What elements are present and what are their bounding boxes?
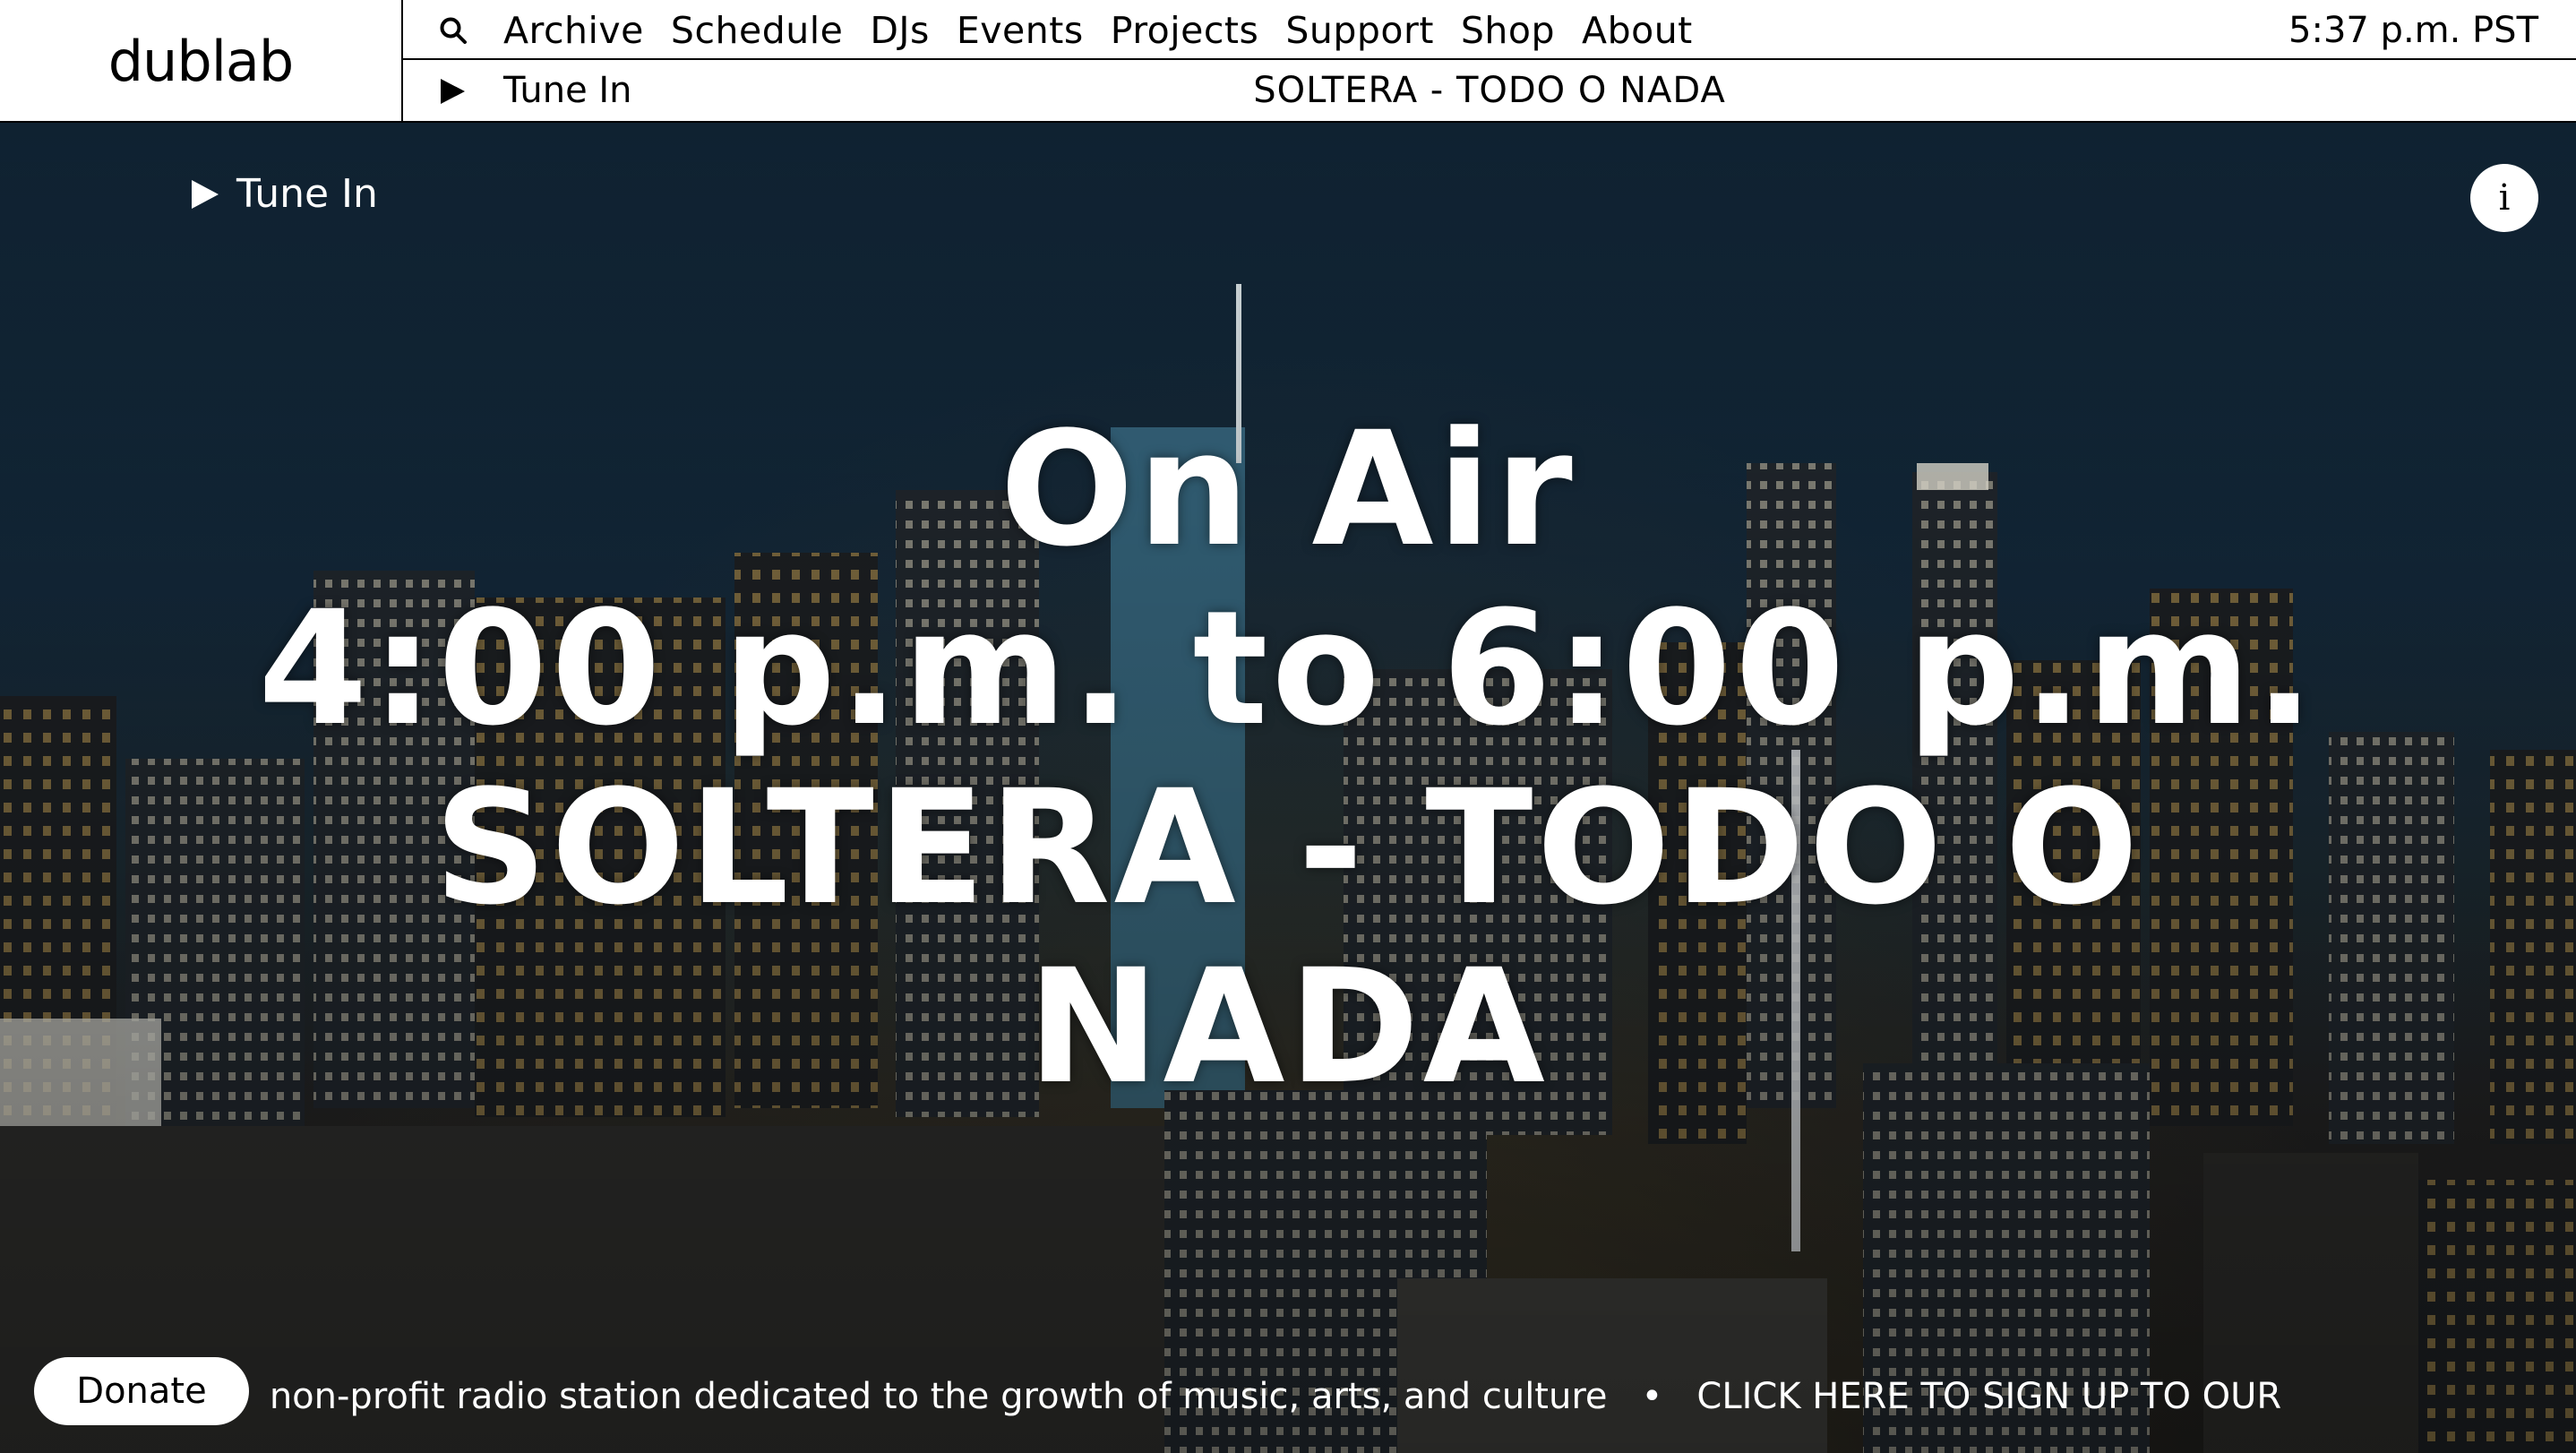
hero-tune-in-label: Tune In xyxy=(236,171,378,217)
hero: Tune In i On Air 4:00 p.m. to 6:00 p.m. … xyxy=(0,123,2576,1453)
player-bar: SOLTERA - TODO O NADA Tune In xyxy=(403,60,2576,121)
now-playing-title: SOLTERA - TODO O NADA xyxy=(1253,70,1726,111)
news-ticker[interactable]: d, non-profit radio station dedicated to… xyxy=(260,1362,2576,1432)
nav-events[interactable]: Events xyxy=(957,9,1084,52)
on-air-time-range: 4:00 p.m. to 6:00 p.m. xyxy=(258,577,2318,761)
on-air-show-title[interactable]: SOLTERA - TODO O NADA xyxy=(258,759,2318,1117)
main-nav: Archive Schedule DJs Events Projects Sup… xyxy=(503,0,1693,60)
play-icon xyxy=(192,179,219,209)
search-icon[interactable] xyxy=(437,14,469,47)
ticker-text: d, non-profit radio station dedicated to… xyxy=(260,1376,1608,1417)
on-air-block: On Air 4:00 p.m. to 6:00 p.m. SOLTERA - … xyxy=(0,400,2576,1117)
donate-button[interactable]: Donate xyxy=(34,1357,249,1425)
ticker-separator: • xyxy=(1641,1376,1663,1417)
clock: 5:37 p.m. PST xyxy=(2288,9,2538,51)
nav-djs[interactable]: DJs xyxy=(870,9,930,52)
tune-in-button[interactable]: Tune In xyxy=(503,60,632,121)
hero-tune-in-button[interactable]: Tune In xyxy=(190,171,378,217)
nav-archive[interactable]: Archive xyxy=(503,9,644,52)
nav-schedule[interactable]: Schedule xyxy=(671,9,843,52)
nav-about[interactable]: About xyxy=(1582,9,1693,52)
nav-row: Archive Schedule DJs Events Projects Sup… xyxy=(403,0,2576,60)
site-header: dublab Archive Schedule DJs Events Proje… xyxy=(0,0,2576,123)
ticker-cta[interactable]: CLICK HERE TO SIGN UP TO OUR xyxy=(1696,1376,2281,1417)
nav-shop[interactable]: Shop xyxy=(1461,9,1555,52)
nav-support[interactable]: Support xyxy=(1285,9,1434,52)
logo-cell[interactable]: dublab xyxy=(0,0,403,123)
on-air-heading: On Air xyxy=(1000,398,1576,581)
info-button[interactable]: i xyxy=(2470,164,2538,232)
play-icon[interactable] xyxy=(439,78,466,105)
nav-projects[interactable]: Projects xyxy=(1111,9,1259,52)
ticker-content: d, non-profit radio station dedicated to… xyxy=(260,1376,2281,1417)
site-logo[interactable]: dublab xyxy=(108,29,295,94)
